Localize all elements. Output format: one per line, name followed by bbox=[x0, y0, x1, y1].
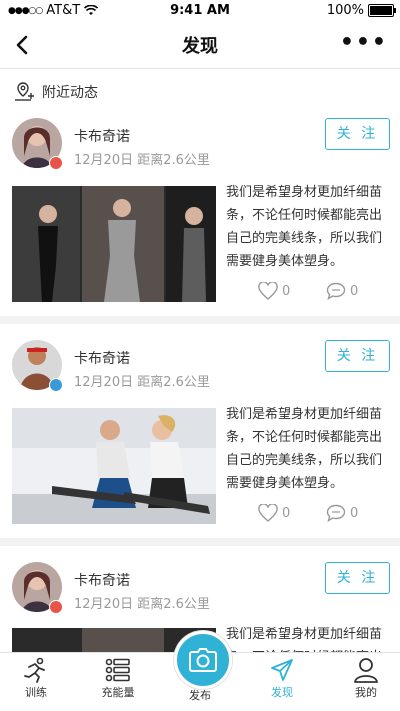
user-name[interactable]: 卡布奇诺 bbox=[74, 570, 130, 590]
tab-label: 发现 bbox=[271, 686, 293, 699]
gender-female-icon bbox=[49, 156, 63, 170]
tab-energy[interactable]: 充能量 bbox=[88, 657, 148, 700]
camera-icon bbox=[189, 648, 217, 672]
post-date: 12月20日 bbox=[74, 153, 134, 168]
runner-icon bbox=[24, 657, 45, 683]
section-nearby: 附近动态 bbox=[14, 82, 98, 102]
battery-percent: 100% bbox=[326, 3, 364, 18]
send-icon bbox=[271, 659, 293, 681]
follow-button[interactable]: 关 注 bbox=[325, 562, 390, 594]
camera-button[interactable] bbox=[174, 631, 232, 689]
user-icon bbox=[354, 658, 378, 683]
like-button[interactable]: 0 bbox=[258, 282, 290, 300]
post-meta: 12月20日 距离2.6公里 bbox=[74, 593, 210, 612]
tab-label: 训练 bbox=[25, 686, 47, 699]
more-dots-icon[interactable]: ••• bbox=[340, 32, 388, 54]
post-distance: 距离2.6公里 bbox=[137, 375, 210, 390]
post-meta: 12月20日 距离2.6公里 bbox=[74, 371, 210, 390]
battery-group: 100% bbox=[326, 3, 396, 18]
post-text: 我们是希望身材更加纤细苗条，不论任何时候都能亮出 bbox=[226, 627, 383, 652]
comment-button[interactable]: 0 bbox=[326, 504, 358, 522]
tab-mine[interactable]: 我的 bbox=[336, 657, 396, 700]
comment-count: 0 bbox=[350, 283, 359, 299]
battery-icon bbox=[368, 4, 396, 17]
post-text: 我们是希望身材更加纤细苗条，不论任何时候都能亮出自己的完美线条，所以我们需要健身… bbox=[226, 185, 383, 269]
tab-label: 发布 bbox=[189, 689, 211, 702]
status-bar: ●●●○○ AT&T 9:41 AM 100% bbox=[0, 0, 400, 22]
tab-label: 充能量 bbox=[101, 686, 135, 699]
nav-bar: 发现 ••• bbox=[0, 22, 400, 69]
post-date: 12月20日 bbox=[74, 375, 134, 390]
post-distance: 距离2.6公里 bbox=[137, 153, 210, 168]
post-divider bbox=[0, 316, 400, 324]
like-button[interactable]: 0 bbox=[258, 504, 290, 522]
location-person-icon bbox=[15, 82, 34, 101]
gender-female-icon bbox=[49, 600, 63, 614]
gender-male-icon bbox=[49, 378, 63, 392]
comment-icon bbox=[326, 282, 346, 300]
like-count: 0 bbox=[282, 505, 291, 521]
tab-training[interactable]: 训练 bbox=[6, 657, 66, 700]
tab-discover[interactable]: 发现 bbox=[252, 657, 312, 700]
follow-button[interactable]: 关 注 bbox=[325, 118, 390, 150]
post-photo[interactable] bbox=[12, 408, 216, 524]
heart-icon bbox=[258, 282, 278, 300]
post-meta: 12月20日 距离2.6公里 bbox=[74, 149, 210, 168]
tab-label: 我的 bbox=[355, 686, 377, 699]
tab-publish[interactable]: 发布 bbox=[170, 687, 230, 703]
list-icon bbox=[105, 658, 130, 682]
comment-icon bbox=[326, 504, 346, 522]
post-date: 12月20日 bbox=[74, 597, 134, 612]
post-photo[interactable] bbox=[12, 186, 216, 302]
comment-button[interactable]: 0 bbox=[326, 282, 358, 300]
post-distance: 距离2.6公里 bbox=[137, 597, 210, 612]
user-name[interactable]: 卡布奇诺 bbox=[74, 348, 130, 368]
comment-count: 0 bbox=[350, 505, 359, 521]
heart-icon bbox=[258, 504, 278, 522]
section-label: 附近动态 bbox=[42, 85, 98, 101]
post-text: 我们是希望身材更加纤细苗条，不论任何时候都能亮出自己的完美线条，所以我们需要健身… bbox=[226, 407, 383, 491]
follow-button[interactable]: 关 注 bbox=[325, 340, 390, 372]
like-count: 0 bbox=[282, 283, 291, 299]
user-name[interactable]: 卡布奇诺 bbox=[74, 126, 130, 146]
post-divider bbox=[0, 538, 400, 546]
